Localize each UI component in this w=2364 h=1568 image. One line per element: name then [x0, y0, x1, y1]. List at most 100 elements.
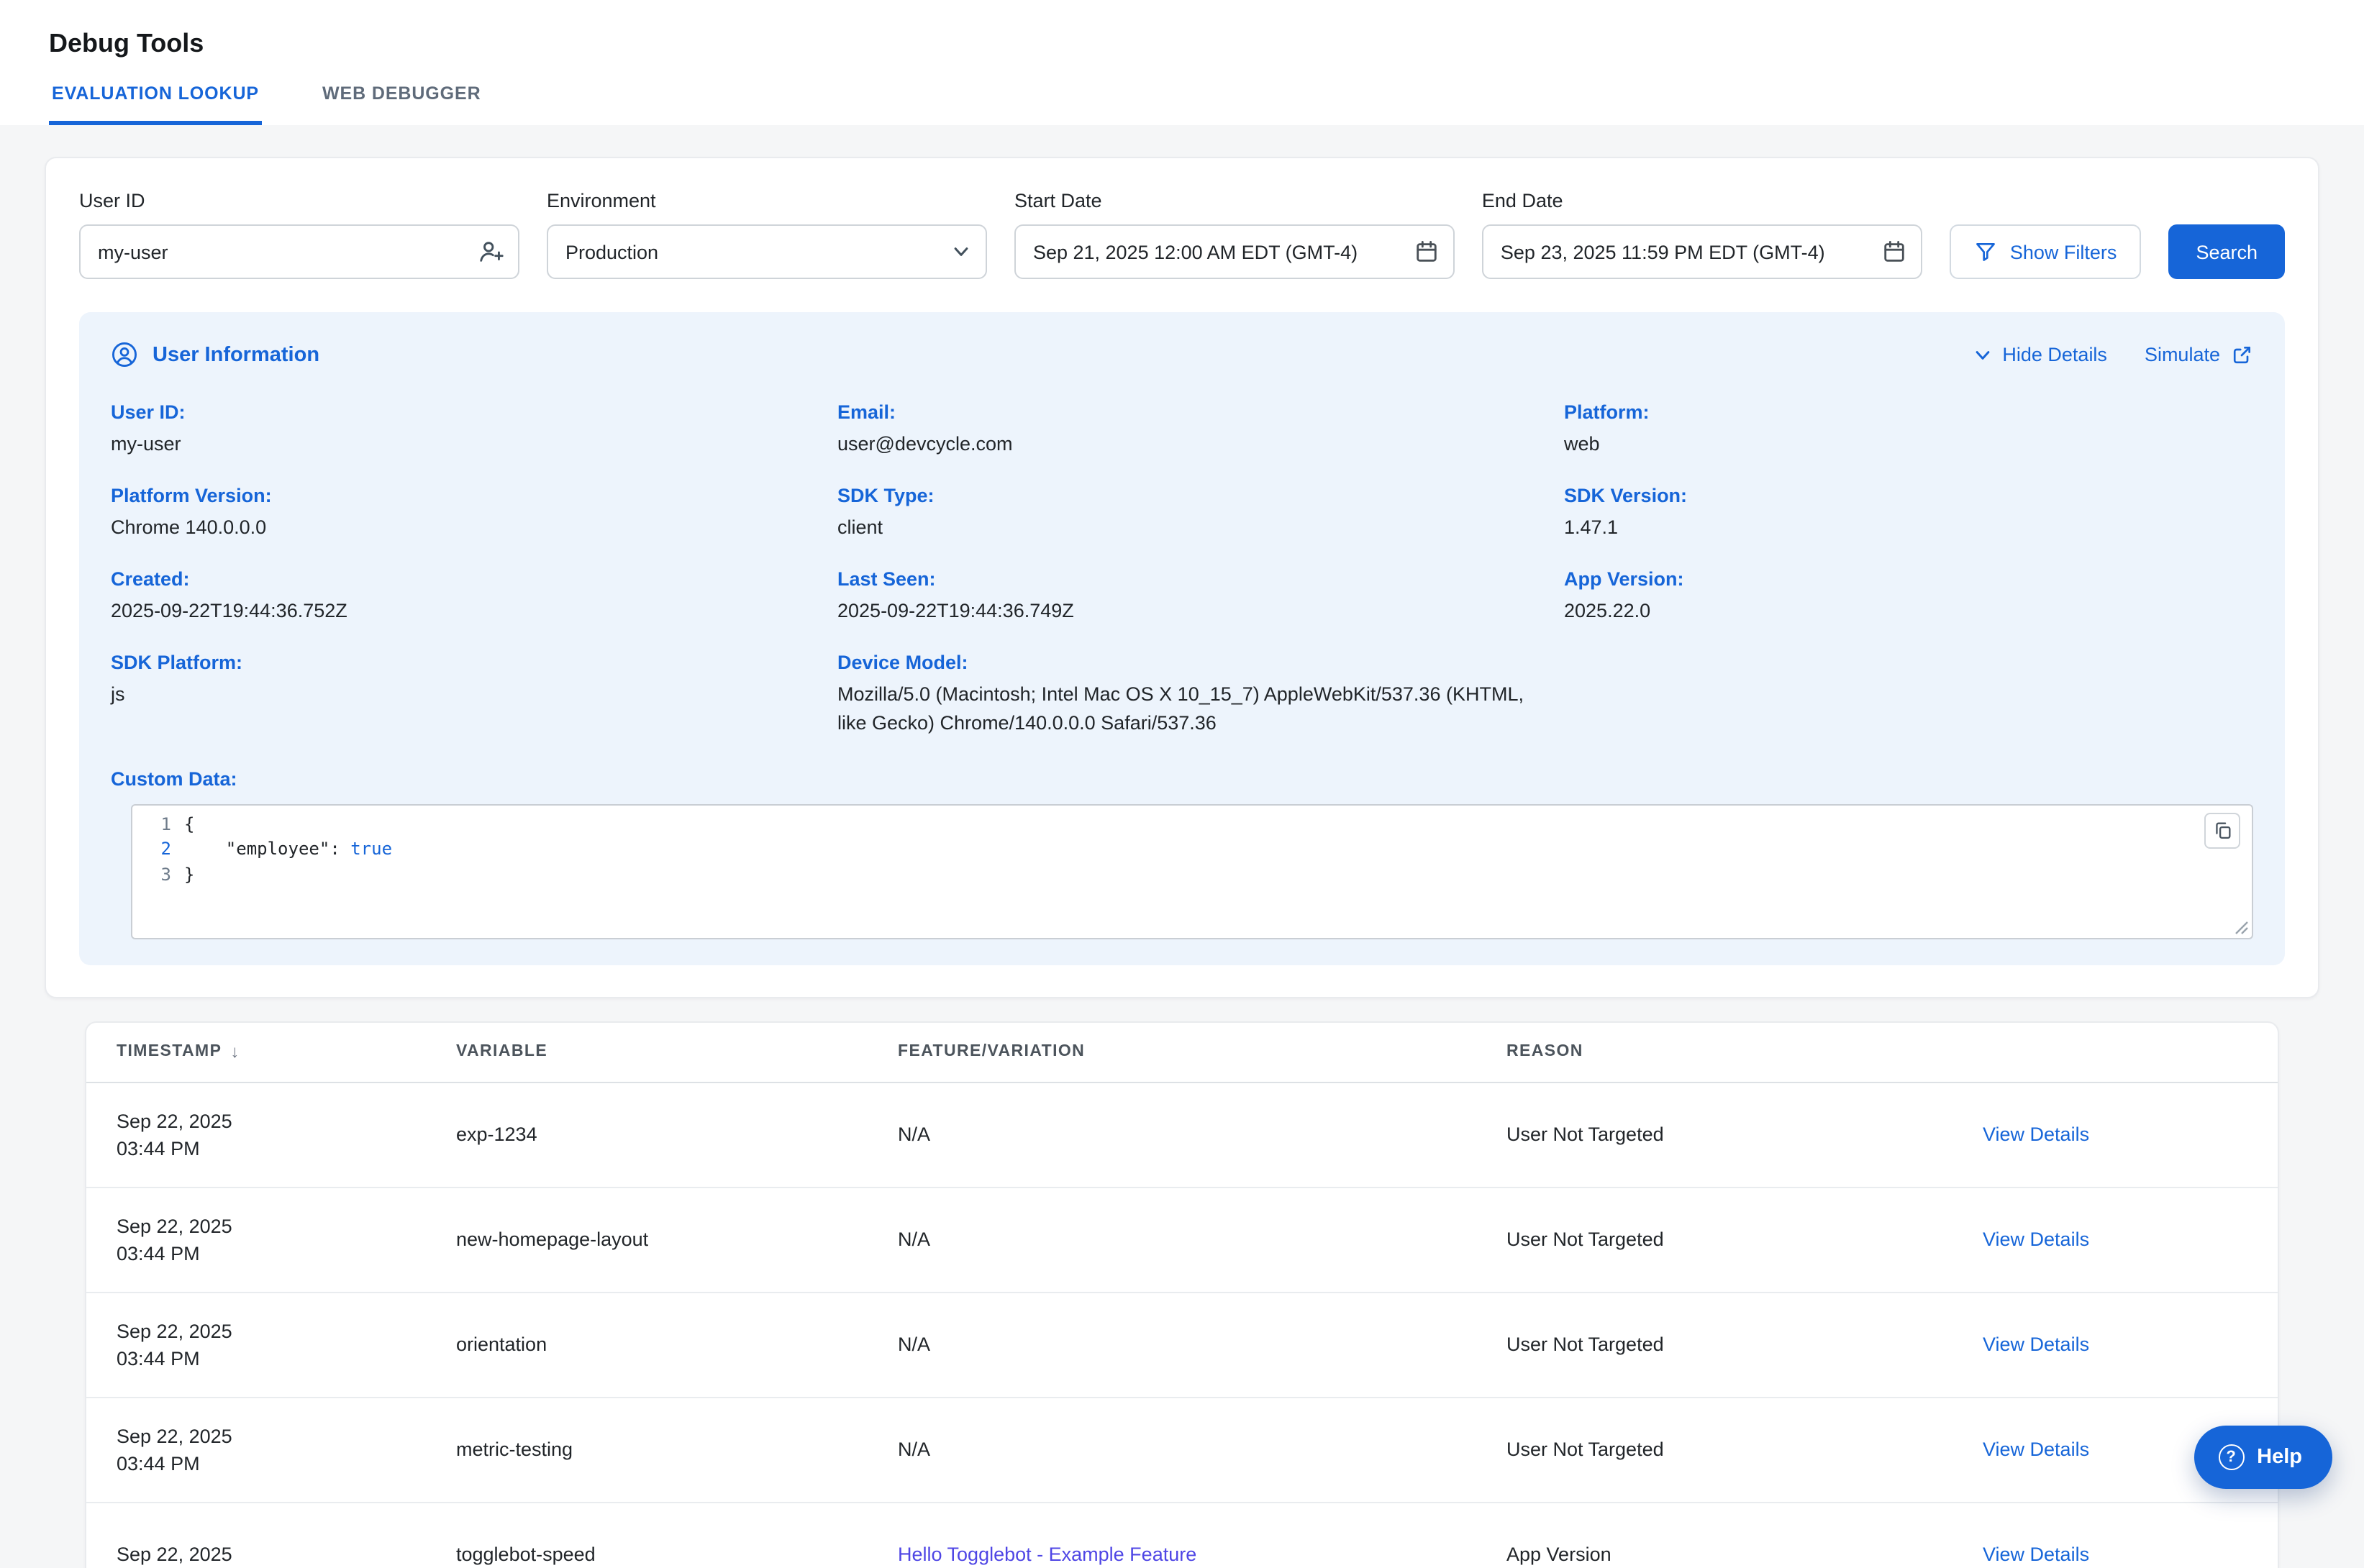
hide-details-button[interactable]: Hide Details: [1972, 344, 2107, 365]
search-button[interactable]: Search: [2168, 224, 2285, 279]
view-details-link[interactable]: View Details: [1983, 1439, 2089, 1461]
copy-icon: [2212, 821, 2232, 841]
variable-cell: new-homepage-layout: [456, 1229, 898, 1251]
column-header-variable: VARIABLE: [456, 1044, 898, 1061]
column-header-timestamp[interactable]: TIMESTAMP ↓: [117, 1042, 456, 1062]
tab-evaluation-lookup[interactable]: EVALUATION LOOKUP: [49, 83, 262, 125]
table-row: Sep 22, 202503:44 PM orientation N/A Use…: [86, 1293, 2278, 1398]
view-details-link[interactable]: View Details: [1983, 1544, 2089, 1566]
page-header: Debug Tools EVALUATION LOOKUP WEB DEBUGG…: [0, 0, 2364, 125]
timestamp-cell: Sep 22, 202503:44 PM: [117, 1423, 456, 1477]
feature-link[interactable]: Hello Togglebot - Example Feature: [898, 1544, 1196, 1566]
user-id-input[interactable]: [79, 224, 519, 279]
reason-cell: User Not Targeted: [1506, 1334, 1983, 1356]
end-date-value: Sep 23, 2025 11:59 PM EDT (GMT-4): [1501, 241, 1825, 263]
help-label: Help: [2257, 1446, 2302, 1469]
reason-cell: App Version: [1506, 1544, 1983, 1566]
filter-funnel-icon: [1974, 240, 1997, 263]
timestamp-cell: Sep 22, 202503:44 PM: [117, 1318, 456, 1372]
info-field-sdk-platform: SDK Platform:js: [111, 652, 800, 737]
end-date-field: End Date Sep 23, 2025 11:59 PM EDT (GMT-…: [1482, 190, 1922, 279]
feature-cell: N/A: [898, 1229, 1506, 1251]
environment-label: Environment: [547, 190, 987, 211]
debug-tools-page: Debug Tools EVALUATION LOOKUP WEB DEBUGG…: [0, 0, 2364, 1568]
help-icon: ?: [2218, 1444, 2244, 1470]
evaluation-lookup-card: User ID Environment Production: [45, 157, 2319, 998]
custom-data-editor[interactable]: 1 2 3 { "employee": true}: [131, 804, 2253, 939]
feature-cell: N/A: [898, 1334, 1506, 1356]
environment-value: Production: [565, 241, 658, 263]
custom-data-label: Custom Data:: [111, 768, 2253, 790]
variable-cell: exp-1234: [456, 1124, 898, 1146]
page-title: Debug Tools: [49, 29, 2315, 59]
variable-cell: orientation: [456, 1334, 898, 1356]
help-button[interactable]: ? Help: [2193, 1426, 2332, 1489]
info-field-platform-version: Platform Version:Chrome 140.0.0.0: [111, 485, 800, 541]
variable-cell: togglebot-speed: [456, 1544, 898, 1566]
info-field-last-seen: Last Seen:2025-09-22T19:44:36.749Z: [837, 569, 1527, 625]
person-plus-icon[interactable]: [478, 238, 505, 265]
resize-handle[interactable]: [2235, 921, 2249, 935]
code-line: {: [184, 813, 392, 838]
reason-cell: User Not Targeted: [1506, 1439, 1983, 1461]
calendar-icon: [1414, 240, 1439, 264]
table-row: Sep 22, 202503:44 PM exp-1234 N/A User N…: [86, 1083, 2278, 1188]
tab-bar: EVALUATION LOOKUP WEB DEBUGGER: [49, 83, 2315, 125]
chevron-down-icon: [951, 242, 971, 262]
user-information-actions: Hide Details Simulate: [1972, 343, 2253, 366]
start-date-input[interactable]: Sep 21, 2025 12:00 AM EDT (GMT-4): [1014, 224, 1455, 279]
table-header-row: TIMESTAMP ↓ VARIABLE FEATURE/VARIATION R…: [86, 1023, 2278, 1083]
environment-select[interactable]: Production: [547, 224, 987, 279]
user-info-fields: User ID:my-user Email:user@devcycle.com …: [111, 401, 2253, 737]
info-field-user-id: User ID:my-user: [111, 401, 800, 457]
user-circle-icon: [111, 341, 138, 368]
code-content: { "employee": true}: [184, 813, 392, 938]
calendar-icon: [1882, 240, 1906, 264]
simulate-button[interactable]: Simulate: [2145, 343, 2253, 366]
timestamp-cell: Sep 22, 2025: [117, 1541, 456, 1568]
info-field-created: Created:2025-09-22T19:44:36.752Z: [111, 569, 800, 625]
tab-web-debugger[interactable]: WEB DEBUGGER: [319, 83, 484, 125]
timestamp-cell: Sep 22, 202503:44 PM: [117, 1213, 456, 1267]
code-line: }: [184, 863, 392, 888]
chevron-down-icon: [1972, 345, 1992, 365]
user-information-panel: User Information Hide Details Simulate: [79, 312, 2285, 965]
info-field-platform: Platform:web: [1564, 401, 2253, 457]
sort-down-icon: ↓: [230, 1042, 240, 1062]
user-id-label: User ID: [79, 190, 519, 211]
start-date-label: Start Date: [1014, 190, 1455, 211]
table-row: Sep 22, 2025 togglebot-speed Hello Toggl…: [86, 1503, 2278, 1568]
copy-button[interactable]: [2204, 813, 2240, 849]
timestamp-cell: Sep 22, 202503:44 PM: [117, 1108, 456, 1162]
reason-cell: User Not Targeted: [1506, 1229, 1983, 1251]
info-field-email: Email:user@devcycle.com: [837, 401, 1527, 457]
reason-cell: User Not Targeted: [1506, 1124, 1983, 1146]
info-field-app-version: App Version:2025.22.0: [1564, 569, 2253, 625]
view-details-link[interactable]: View Details: [1983, 1229, 2089, 1251]
external-link-icon: [2230, 343, 2253, 366]
end-date-label: End Date: [1482, 190, 1922, 211]
start-date-value: Sep 21, 2025 12:00 AM EDT (GMT-4): [1033, 241, 1358, 263]
evaluations-table: TIMESTAMP ↓ VARIABLE FEATURE/VARIATION R…: [85, 1021, 2279, 1568]
table-row: Sep 22, 202503:44 PM metric-testing N/A …: [86, 1398, 2278, 1503]
code-line: "employee": true: [184, 838, 392, 863]
info-field-device-model: Device Model:Mozilla/5.0 (Macintosh; Int…: [837, 652, 1527, 737]
user-information-header: User Information Hide Details Simulate: [111, 341, 2253, 368]
user-information-title: User Information: [111, 341, 319, 368]
environment-field: Environment Production: [547, 190, 987, 279]
info-field-empty: [1564, 652, 2253, 737]
feature-cell: N/A: [898, 1439, 1506, 1461]
feature-cell: N/A: [898, 1124, 1506, 1146]
user-id-field: User ID: [79, 190, 519, 279]
view-details-link[interactable]: View Details: [1983, 1124, 2089, 1146]
info-field-sdk-version: SDK Version:1.47.1: [1564, 485, 2253, 541]
variable-cell: metric-testing: [456, 1439, 898, 1461]
show-filters-label: Show Filters: [2010, 241, 2117, 263]
table-row: Sep 22, 202503:44 PM new-homepage-layout…: [86, 1188, 2278, 1293]
code-line-numbers: 1 2 3: [132, 813, 184, 938]
view-details-link[interactable]: View Details: [1983, 1334, 2089, 1356]
end-date-input[interactable]: Sep 23, 2025 11:59 PM EDT (GMT-4): [1482, 224, 1922, 279]
info-field-sdk-type: SDK Type:client: [837, 485, 1527, 541]
show-filters-button[interactable]: Show Filters: [1950, 224, 2142, 279]
column-header-reason: REASON: [1506, 1044, 1983, 1061]
